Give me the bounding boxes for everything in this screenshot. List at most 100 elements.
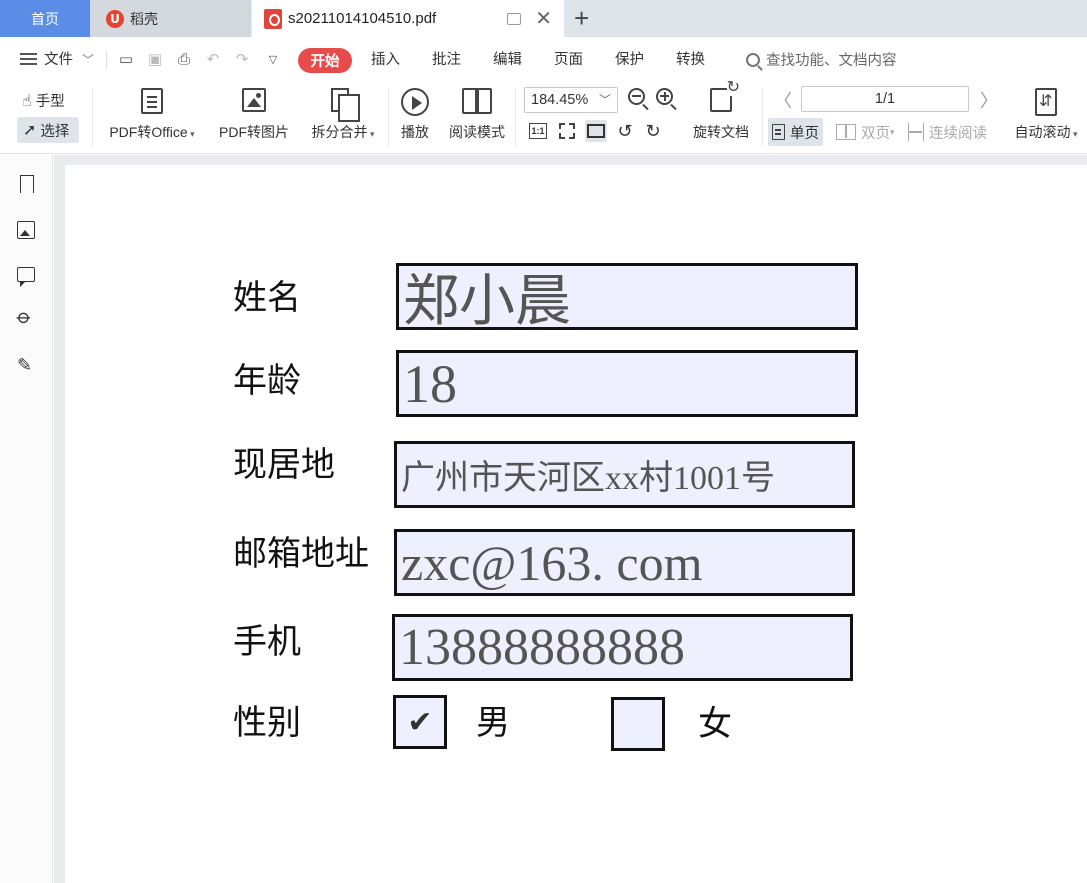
female-checkbox[interactable] (611, 697, 665, 751)
daoke-logo-icon: ᑌ (106, 9, 124, 28)
left-sidebar: ⌀ ✎ (0, 155, 53, 883)
print-icon[interactable]: ⎙ (174, 50, 194, 68)
zoom-value: 184.45% (531, 92, 589, 108)
play-button[interactable]: 播放 (396, 88, 434, 142)
next-page-icon[interactable]: 〉 (980, 87, 998, 113)
tab-pdf-title: s20211014104510.pdf (288, 10, 437, 27)
split-merge-icon (331, 88, 360, 122)
actual-size-icon: 1:1 (529, 123, 547, 139)
hamburger-menu-icon[interactable] (20, 53, 37, 65)
double-page-icon (836, 124, 856, 140)
single-page-icon (772, 124, 785, 140)
continuous-read-button[interactable]: 连续阅读 (908, 118, 987, 146)
select-tool-button[interactable]: ➚ 选择 (17, 117, 79, 143)
save-icon[interactable]: ▣ (145, 50, 165, 68)
menu-convert[interactable]: 转换 (676, 49, 705, 71)
toolbar-separator (92, 88, 93, 146)
toolbar-separator (515, 88, 516, 146)
zoom-out-button[interactable] (628, 88, 650, 110)
menu-edit[interactable]: 编辑 (493, 49, 522, 71)
menu-file-chevron-icon[interactable]: ﹀ (82, 49, 94, 71)
auto-scroll-button[interactable]: 自动滚动 ▾ (1010, 88, 1082, 142)
phone-label: 手机 (233, 622, 301, 662)
cursor-icon: ➚ (23, 122, 37, 139)
tab-daoke-label: 稻壳 (130, 10, 158, 27)
zoom-in-button[interactable] (656, 88, 678, 110)
name-field[interactable]: 郑小晨 (396, 263, 858, 330)
name-label: 姓名 (233, 278, 301, 318)
split-merge-button[interactable]: 拆分合并 ▾ (306, 88, 380, 142)
address-field[interactable]: 广州市天河区xx村1001号 (394, 441, 855, 508)
select-tool-label: 选择 (40, 123, 70, 140)
tab-daoke[interactable]: ᑌ 稻壳 (90, 0, 250, 37)
single-page-button[interactable]: 单页 (768, 118, 823, 146)
menu-page[interactable]: 页面 (554, 49, 583, 71)
zoom-out-icon (628, 88, 645, 105)
menu-annotate[interactable]: 批注 (432, 49, 461, 71)
pdf-file-icon (264, 8, 282, 29)
menu-start[interactable]: 开始 (298, 48, 352, 73)
read-mode-button[interactable]: 阅读模式 (446, 88, 508, 142)
fit-width-button[interactable] (585, 120, 607, 142)
rotate-right-icon: ↻ (645, 120, 661, 141)
attachment-button[interactable]: ⌀ (12, 305, 37, 330)
zoom-select[interactable]: 184.45% ﹀ (524, 87, 618, 113)
hand-tool-label: 手型 (35, 94, 65, 110)
phone-field[interactable]: 13888888888 (392, 614, 853, 681)
toolbar-separator (762, 88, 763, 146)
tab-pdf-document[interactable]: s20211014104510.pdf ✕ (252, 0, 564, 37)
hand-tool-button[interactable]: ☝ 手型 (22, 90, 65, 111)
rotate-document-button[interactable]: 旋转文档 (688, 80, 754, 142)
tab-home[interactable]: 首页 (0, 0, 90, 37)
split-merge-label: 拆分合并 (311, 124, 368, 140)
pin-tab-icon[interactable] (507, 12, 522, 25)
check-mark-icon: ✔ (407, 705, 433, 739)
age-label: 年龄 (233, 361, 301, 401)
double-page-button[interactable]: 双页 ▾ (836, 118, 895, 146)
pdf-to-office-button[interactable]: PDF转Office ▾ (104, 88, 200, 142)
redo-icon[interactable]: ↷ (232, 50, 252, 68)
pdf-to-image-icon (242, 88, 266, 112)
address-label: 现居地 (233, 445, 335, 485)
menu-file[interactable]: 文件 (44, 49, 73, 71)
thumbnail-button[interactable] (17, 221, 37, 241)
email-field[interactable]: zxc@163. com (394, 529, 855, 596)
undo-icon[interactable]: ↶ (203, 50, 223, 68)
continuous-read-label: 连续阅读 (929, 125, 987, 142)
hand-icon: ☝ (22, 92, 32, 110)
quick-access-more-icon[interactable]: ▽ (263, 50, 283, 68)
age-field[interactable]: 18 (396, 350, 858, 417)
rotate-document-label: 旋转文档 (693, 124, 749, 140)
previous-page-icon[interactable]: 〈 (774, 87, 792, 113)
paperclip-icon: ⌀ (12, 305, 37, 330)
bookmark-button[interactable] (17, 175, 37, 198)
gender-label: 性别 (233, 703, 301, 743)
new-tab-button[interactable]: + (574, 4, 589, 32)
menu-insert[interactable]: 插入 (371, 49, 400, 71)
fit-page-icon (559, 123, 575, 139)
page-number-input[interactable]: 1/1 (801, 86, 969, 112)
book-icon (462, 88, 492, 114)
signature-button[interactable]: ✎ (17, 355, 37, 375)
rotate-right-button[interactable]: ↻ (642, 120, 664, 142)
continuous-read-icon (908, 123, 924, 141)
actual-size-button[interactable]: 1:1 (527, 120, 549, 142)
male-checkbox[interactable]: ✔ (393, 695, 447, 749)
comment-button[interactable] (17, 267, 37, 287)
close-tab-icon[interactable]: ✕ (535, 9, 552, 29)
rotate-left-icon: ↺ (617, 120, 633, 141)
search-box[interactable]: 查找功能、文档内容 (746, 49, 897, 70)
email-label: 邮箱地址 (233, 534, 369, 574)
pdf-to-image-label: PDF转图片 (219, 124, 289, 140)
double-page-label: 双页 (861, 125, 890, 142)
pdf-to-office-label: PDF转Office (109, 124, 188, 140)
play-label: 播放 (401, 124, 429, 140)
toolbar-separator (388, 88, 389, 146)
rotate-left-button[interactable]: ↺ (614, 120, 636, 142)
zoom-in-icon (656, 88, 673, 105)
open-folder-icon[interactable]: ▭ (116, 50, 136, 68)
menu-protect[interactable]: 保护 (615, 49, 644, 71)
fit-page-button[interactable] (556, 120, 578, 142)
ribbon-toolbar: ☝ 手型 ➚ 选择 PDF转Office ▾ PDF转图片 拆分合并 ▾ 播放 … (0, 80, 1087, 154)
pdf-to-image-button[interactable]: PDF转图片 (216, 88, 292, 142)
